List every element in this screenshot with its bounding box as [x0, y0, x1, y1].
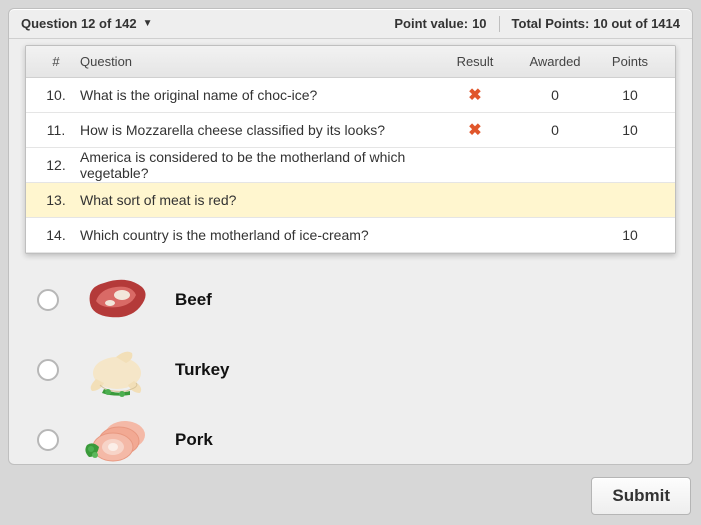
row-question: How is Mozzarella cheese classified by i…	[76, 122, 435, 138]
row-result: ✖	[435, 120, 515, 140]
row-question: What is the original name of choc-ice?	[76, 87, 435, 103]
table-row[interactable]: 11.How is Mozzarella cheese classified b…	[26, 113, 675, 148]
total-points: 10 out of 1414	[593, 16, 680, 31]
point-value-label: Point value:	[394, 16, 468, 31]
row-points: 10	[595, 227, 665, 243]
col-points-header: Points	[595, 54, 665, 69]
wrong-icon: ✖	[468, 122, 481, 139]
wrong-icon: ✖	[468, 87, 481, 104]
table-row[interactable]: 13.What sort of meat is red?	[26, 183, 675, 218]
radio-button[interactable]	[37, 429, 59, 451]
radio-button[interactable]	[37, 289, 59, 311]
question-indicator: Question 12 of 142	[21, 16, 137, 31]
table-row[interactable]: 14.Which country is the motherland of ic…	[26, 218, 675, 253]
table-row[interactable]: 12.America is considered to be the mothe…	[26, 148, 675, 183]
row-result: ✖	[435, 85, 515, 105]
answer-option[interactable]: Beef	[37, 265, 672, 335]
row-number: 10.	[36, 87, 76, 103]
col-awarded-header: Awarded	[515, 54, 595, 69]
top-bar: Question 12 of 142 ▼ Point value: 10 Tot…	[9, 9, 692, 39]
submit-button[interactable]: Submit	[591, 477, 691, 515]
answer-option[interactable]: Turkey	[37, 335, 672, 405]
row-question: What sort of meat is red?	[76, 192, 435, 208]
row-number: 12.	[36, 157, 76, 173]
beef-icon	[77, 270, 157, 330]
table-row[interactable]: 10.What is the original name of choc-ice…	[26, 78, 675, 113]
question-dropdown: # Question Result Awarded Points 10.What…	[25, 45, 676, 254]
answer-label: Turkey	[175, 360, 230, 380]
row-points: 10	[595, 122, 665, 138]
col-num-header: #	[36, 54, 76, 69]
quiz-panel: Question 12 of 142 ▼ Point value: 10 Tot…	[8, 8, 693, 465]
total-points-label: Total Points:	[512, 16, 590, 31]
chevron-down-icon: ▼	[143, 18, 153, 29]
answer-label: Pork	[175, 430, 213, 450]
divider	[499, 16, 500, 32]
score-info: Point value: 10 Total Points: 10 out of …	[394, 16, 680, 32]
dropdown-rows: 10.What is the original name of choc-ice…	[26, 78, 675, 254]
pork-icon	[77, 410, 157, 470]
answer-list: Beef Turkey Pork	[37, 265, 672, 454]
radio-button[interactable]	[37, 359, 59, 381]
submit-wrap: Submit	[591, 477, 691, 515]
row-number: 14.	[36, 227, 76, 243]
row-points: 10	[595, 87, 665, 103]
turkey-icon	[77, 340, 157, 400]
app-root: Question 12 of 142 ▼ Point value: 10 Tot…	[0, 0, 701, 525]
row-number: 13.	[36, 192, 76, 208]
question-selector[interactable]: Question 12 of 142 ▼	[21, 16, 153, 31]
point-value: 10	[472, 16, 486, 31]
answer-label: Beef	[175, 290, 212, 310]
dropdown-header: # Question Result Awarded Points	[26, 46, 675, 78]
row-number: 11.	[36, 122, 76, 138]
col-result-header: Result	[435, 54, 515, 69]
answer-option[interactable]: Pork	[37, 405, 672, 475]
row-awarded: 0	[515, 122, 595, 138]
row-awarded: 0	[515, 87, 595, 103]
table-row[interactable]: 15.Which international marking confirms …	[26, 253, 675, 254]
col-question-header: Question	[76, 54, 435, 69]
row-question: America is considered to be the motherla…	[76, 149, 435, 181]
row-question: Which country is the motherland of ice-c…	[76, 227, 435, 243]
